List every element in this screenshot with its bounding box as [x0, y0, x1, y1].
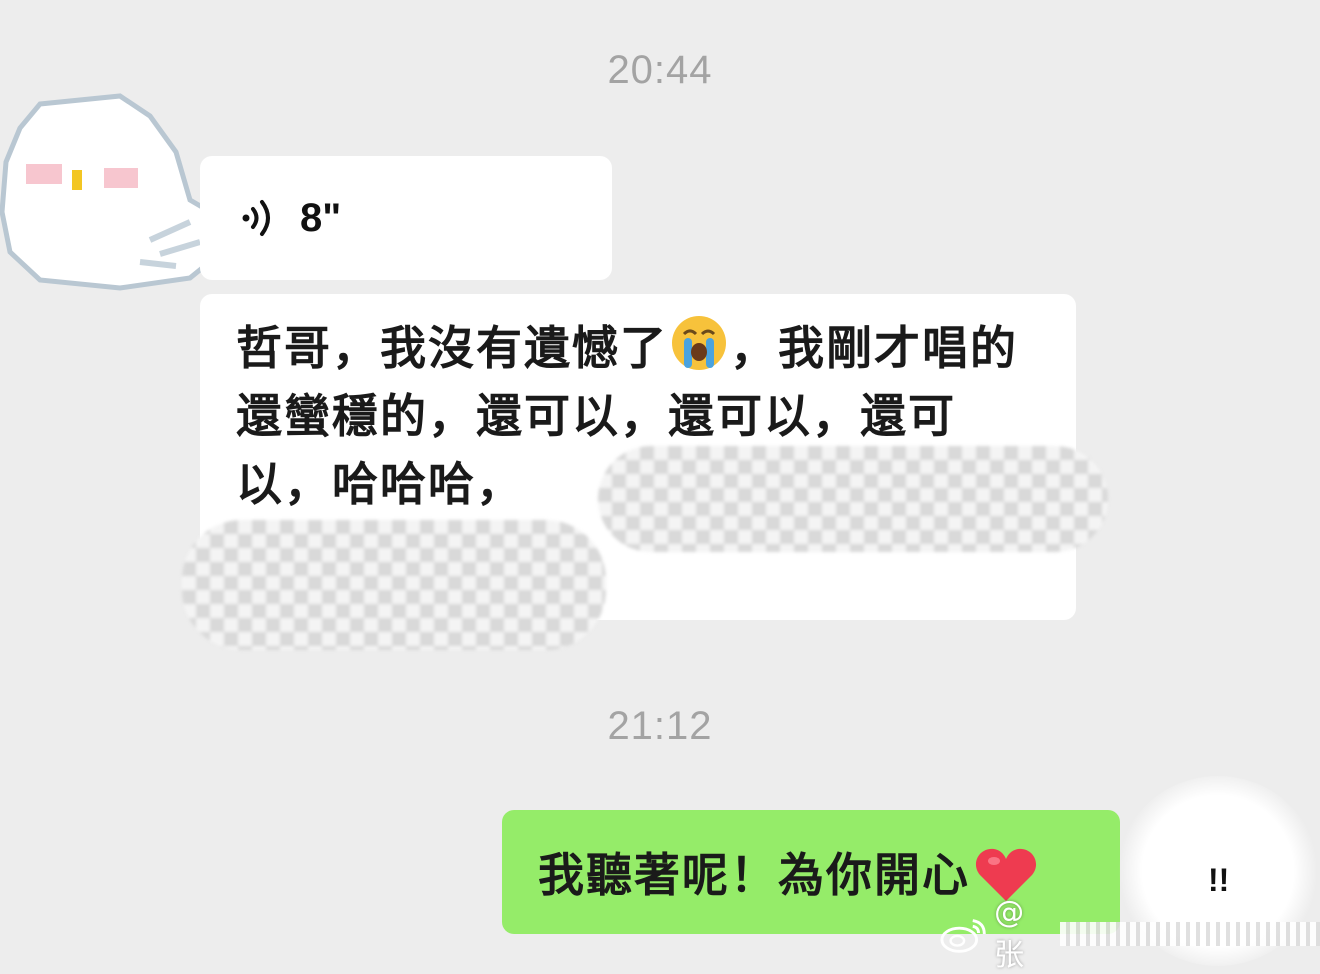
- contact-avatar[interactable]: [0, 92, 226, 292]
- self-avatar-text: !!: [1208, 862, 1230, 898]
- pixel-bird-icon: [0, 93, 225, 291]
- voice-duration: 8": [300, 195, 342, 240]
- redacted-region: [182, 520, 606, 650]
- voice-message-bubble[interactable]: 8": [200, 156, 612, 280]
- message-part-1: 哲哥，我沒有遺憾了: [236, 321, 668, 375]
- sent-message-body: 我聽著呢！為你開心: [538, 848, 970, 902]
- watermark: @张: [940, 895, 1320, 973]
- sent-message-text: 我聽著呢！為你開心: [538, 839, 1038, 905]
- loudly-crying-face-icon: [672, 316, 726, 370]
- watermark-redacted: [1059, 922, 1320, 946]
- redacted-region: [598, 446, 1108, 552]
- weibo-logo-icon: [940, 919, 986, 953]
- timestamp: 20:44: [607, 48, 713, 92]
- timestamp: 21:12: [607, 704, 713, 748]
- voice-wave-icon: [242, 200, 270, 236]
- watermark-handle: @张: [994, 894, 1025, 973]
